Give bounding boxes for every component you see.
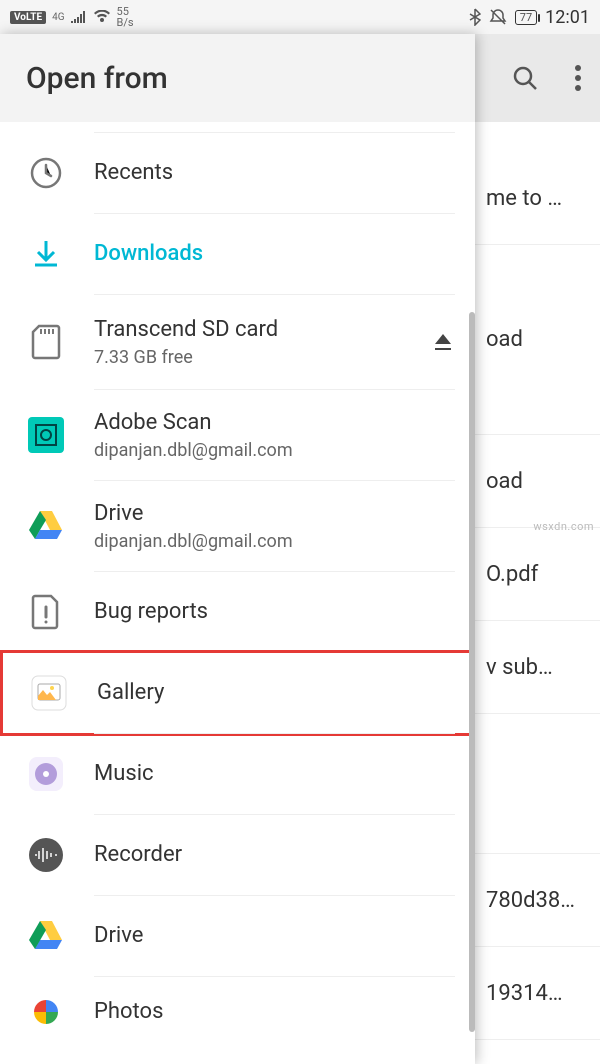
google-photos-icon [26, 992, 66, 1032]
mute-icon [489, 8, 507, 26]
drawer-item-gallery[interactable]: Gallery [3, 653, 472, 733]
status-bar: VoLTE 4G 55 B/s 77 12:01 [0, 0, 600, 34]
drawer-item-sdcard[interactable]: Transcend SD card 7.33 GB free [0, 295, 475, 389]
watermark: wsxdn.com [533, 520, 594, 533]
drawer-item-label: Downloads [94, 240, 455, 269]
open-from-drawer: Open from Recents Downloads [0, 34, 475, 1064]
drawer-title: Open from [0, 34, 475, 122]
drawer-item-music[interactable]: Music [0, 734, 475, 814]
drawer-item-label: Adobe Scan [94, 409, 455, 438]
wifi-icon [93, 10, 111, 24]
clock: 12:01 [545, 7, 590, 28]
volte-badge: VoLTE [10, 11, 46, 24]
drawer-item-subtitle: dipanjan.dbl@gmail.com [94, 440, 455, 461]
drawer-item-label: Recents [94, 159, 455, 188]
music-icon [26, 754, 66, 794]
drawer-body: Recents Downloads Transcend SD card 7.33… [0, 122, 475, 1064]
battery-indicator: 77 [515, 10, 537, 25]
adobe-scan-icon [26, 415, 66, 455]
status-left: VoLTE 4G 55 B/s [10, 6, 134, 28]
drawer-item-subtitle: 7.33 GB free [94, 347, 431, 368]
drawer-item-recents[interactable]: Recents [0, 133, 475, 213]
download-icon [26, 234, 66, 274]
drawer-item-drive-2[interactable]: Drive [0, 896, 475, 976]
sdcard-icon [26, 322, 66, 362]
drawer-item-label: Recorder [94, 841, 455, 870]
search-icon[interactable] [510, 63, 540, 93]
signal-icon [71, 11, 87, 23]
bug-report-icon [26, 592, 66, 632]
drawer-scrollbar[interactable] [469, 312, 475, 1032]
drawer-item-label: Music [94, 760, 455, 789]
recorder-icon [26, 835, 66, 875]
drawer-item-drive[interactable]: Drive dipanjan.dbl@gmail.com [0, 481, 475, 571]
drawer-item-label: Gallery [97, 679, 452, 708]
eject-icon[interactable] [431, 330, 455, 354]
drawer-item-downloads[interactable]: Downloads [0, 214, 475, 294]
drawer-item-adobescan[interactable]: Adobe Scan dipanjan.dbl@gmail.com [0, 390, 475, 480]
drawer-scroll[interactable]: Recents Downloads Transcend SD card 7.33… [0, 122, 475, 1064]
more-options-icon[interactable] [574, 64, 582, 92]
drawer-item-subtitle: dipanjan.dbl@gmail.com [94, 531, 455, 552]
network-speed: 55 B/s [117, 6, 134, 28]
status-right: 77 12:01 [469, 7, 590, 28]
gallery-highlight: Gallery [0, 650, 475, 736]
bluetooth-icon [469, 8, 481, 26]
drawer-item-bugreports[interactable]: Bug reports [0, 572, 475, 652]
network-type: 4G [52, 12, 64, 23]
drawer-item-label: Drive [94, 500, 455, 529]
gallery-icon [29, 673, 69, 713]
drawer-item-label: Photos [94, 998, 455, 1027]
drawer-item-photos[interactable]: Photos [0, 977, 475, 1037]
drawer-item-label: Bug reports [94, 598, 455, 627]
drawer-item-label: Transcend SD card [94, 316, 431, 345]
drawer-item-recorder[interactable]: Recorder [0, 815, 475, 895]
clock-icon [26, 153, 66, 193]
drawer-item-label: Drive [94, 922, 455, 951]
google-drive-icon [26, 916, 66, 956]
google-drive-icon [26, 506, 66, 546]
